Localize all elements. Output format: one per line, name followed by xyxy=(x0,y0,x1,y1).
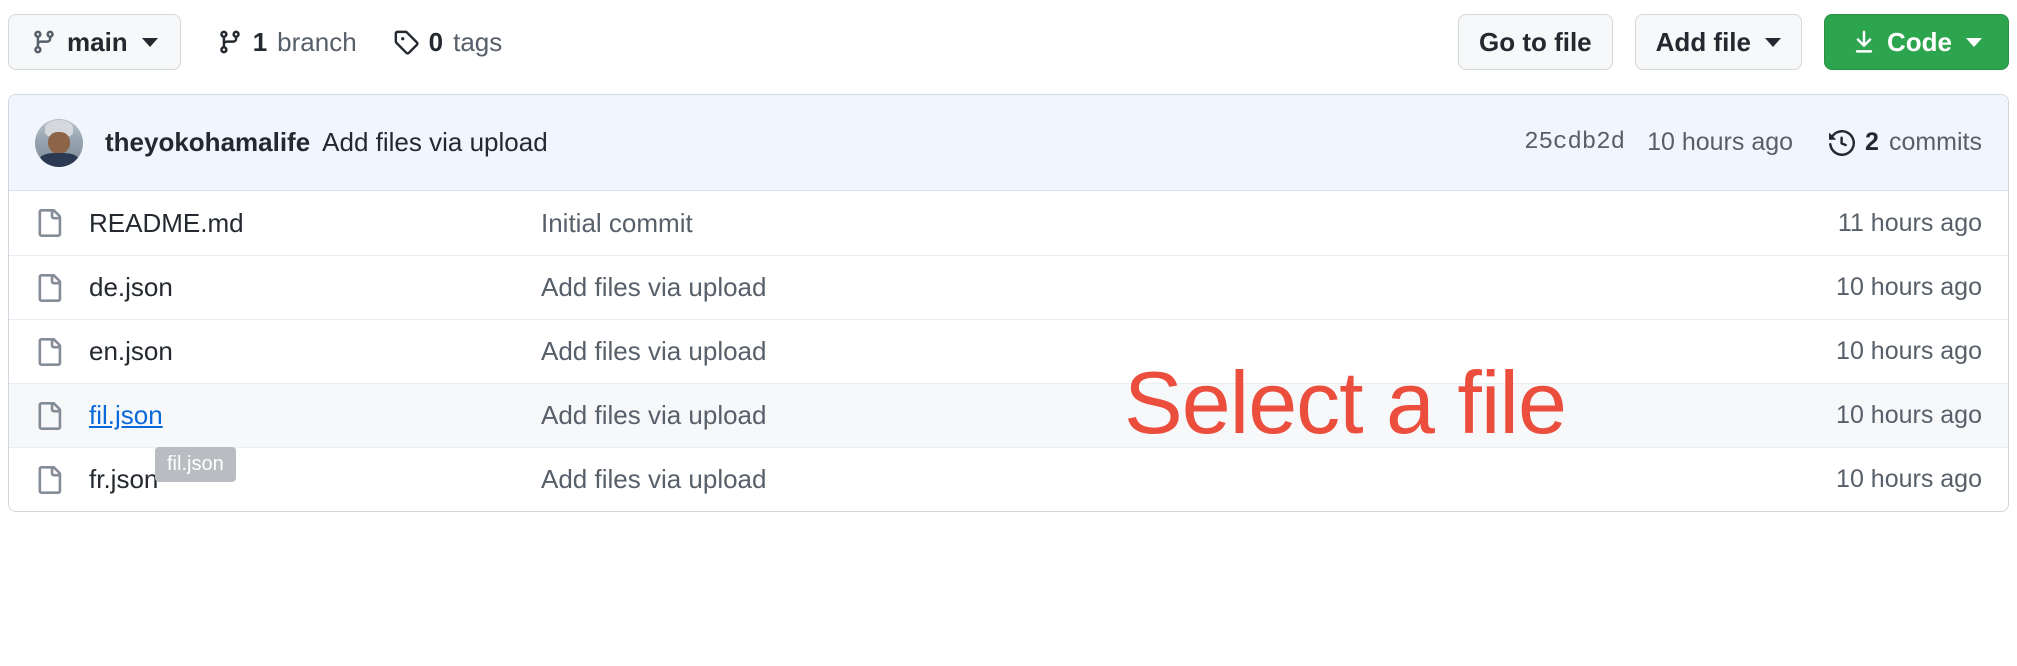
commit-count-number: 2 xyxy=(1865,128,1879,156)
file-commit-message[interactable]: Add files via upload xyxy=(541,336,1682,367)
table-row[interactable]: en.json Add files via upload 10 hours ago xyxy=(9,319,2008,383)
table-row[interactable]: README.md Initial commit 11 hours ago xyxy=(9,191,2008,255)
commit-time: 10 hours ago xyxy=(1647,128,1794,156)
add-file-button[interactable]: Add file xyxy=(1634,14,1802,70)
file-icon xyxy=(35,209,89,237)
go-to-file-button[interactable]: Go to file xyxy=(1457,14,1613,70)
commit-message[interactable]: Add files via upload xyxy=(322,127,547,158)
file-listing-box: theyokohamalife Add files via upload 25c… xyxy=(8,94,2009,512)
file-name-link[interactable]: en.json xyxy=(89,336,541,367)
file-name-link[interactable]: fil.json xyxy=(89,400,541,431)
branch-icon-small xyxy=(217,29,243,55)
avatar-face xyxy=(48,131,70,155)
branch-selector-button[interactable]: main xyxy=(8,14,181,70)
avatar[interactable] xyxy=(35,118,83,167)
history-icon xyxy=(1829,129,1856,156)
branch-count-link[interactable]: 1 branch xyxy=(217,27,357,58)
file-commit-message[interactable]: Initial commit xyxy=(541,208,1682,239)
repo-toolbar: main 1 branch 0 tags Go to file Add file… xyxy=(0,0,2017,84)
branch-count-number: 1 xyxy=(252,26,268,57)
branch-icon xyxy=(31,29,57,55)
go-to-file-label: Go to file xyxy=(1478,26,1592,57)
file-commit-message[interactable]: Add files via upload xyxy=(541,464,1682,495)
branch-count-label: branch xyxy=(277,26,357,57)
file-icon xyxy=(35,273,89,302)
tag-count-link[interactable]: 0 tags xyxy=(393,26,503,58)
chevron-down-icon xyxy=(1765,37,1781,47)
file-name-link[interactable]: README.md xyxy=(89,208,541,239)
file-commit-time: 10 hours ago xyxy=(1836,465,1982,493)
avatar-coat xyxy=(39,153,79,167)
file-commit-time: 10 hours ago xyxy=(1836,337,1982,365)
chevron-down-icon xyxy=(1966,37,1982,47)
file-commit-message[interactable]: Add files via upload xyxy=(541,400,1682,431)
commit-author[interactable]: theyokohamalife xyxy=(105,127,310,158)
file-name-link[interactable]: de.json xyxy=(89,272,541,303)
commit-sha[interactable]: 25cdb2d xyxy=(1524,129,1625,156)
file-name-tooltip: fil.json xyxy=(155,447,236,482)
tag-count-number: 0 xyxy=(428,26,444,57)
file-commit-time: 10 hours ago xyxy=(1836,401,1982,429)
file-icon xyxy=(35,337,89,366)
file-commit-time: 11 hours ago xyxy=(1837,208,1982,237)
tag-icon xyxy=(393,29,419,55)
repository-file-browser: main 1 branch 0 tags Go to file Add file… xyxy=(0,0,2017,666)
add-file-label: Add file xyxy=(1655,26,1751,57)
file-commit-time: 10 hours ago xyxy=(1836,273,1982,301)
tag-count-label: tags xyxy=(453,26,503,57)
file-icon xyxy=(35,465,89,494)
code-button[interactable]: Code xyxy=(1824,14,2009,70)
code-button-label: Code xyxy=(1887,26,1952,57)
file-commit-message[interactable]: Add files via upload xyxy=(541,272,1682,303)
table-row[interactable]: fil.json Add files via upload 10 hours ago xyxy=(9,383,2008,447)
table-row[interactable]: de.json Add files via upload 10 hours ago xyxy=(9,255,2008,319)
commit-count-label: commits xyxy=(1888,128,1982,156)
file-rows: README.md Initial commit 11 hours ago de.js… xyxy=(9,191,2008,511)
file-icon xyxy=(35,401,89,430)
chevron-down-icon xyxy=(141,37,158,47)
commit-count-link[interactable]: 2 commits xyxy=(1829,128,1982,157)
download-icon xyxy=(1851,29,1877,55)
branch-selector-label: main xyxy=(67,26,128,57)
table-row[interactable]: fr.json Add files via upload 10 hours ago xyxy=(9,447,2008,511)
commit-meta: 25cdb2d 10 hours ago 2 commits xyxy=(1524,128,1982,157)
latest-commit-bar: theyokohamalife Add files via upload 25c… xyxy=(9,95,2008,191)
